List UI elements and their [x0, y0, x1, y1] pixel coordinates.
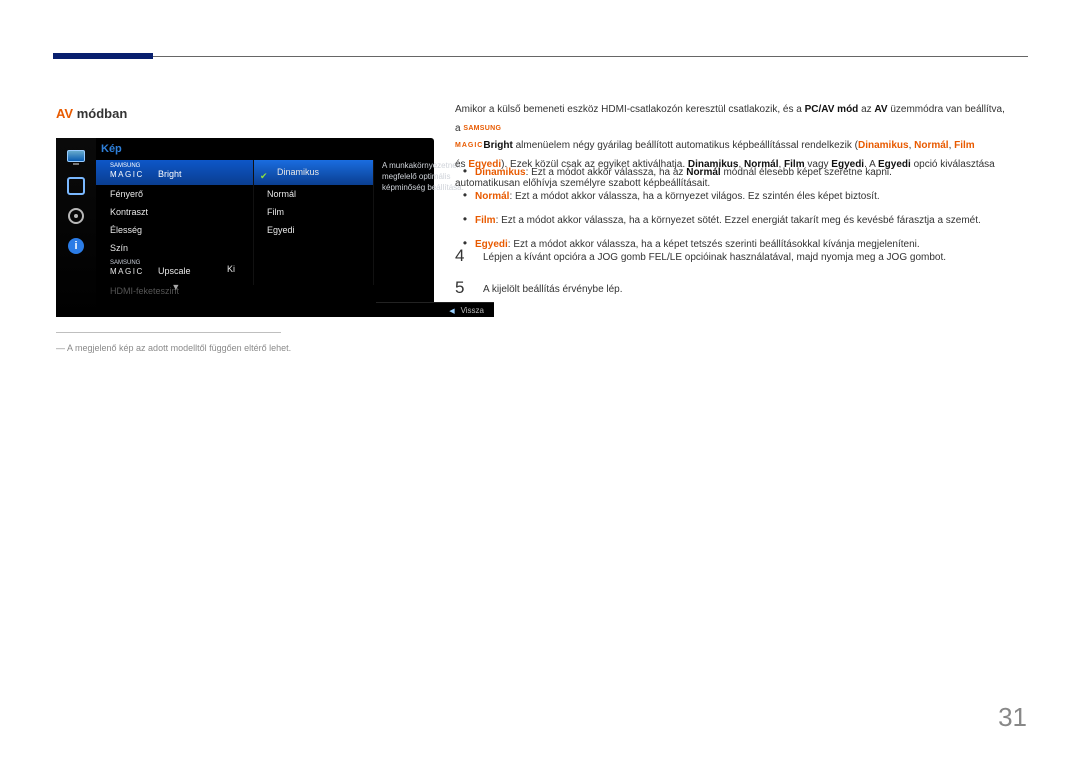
step-5: 5A kijelölt beállítás érvénybe lép. — [455, 278, 1030, 298]
menu-contrast[interactable]: Kontraszt — [96, 203, 253, 221]
option-dynamic[interactable]: ✔ Dinamikus — [253, 160, 373, 185]
osd-panel: i Kép SAMSUNG MAGIC Bright Fényerő Kontr… — [56, 138, 434, 317]
menu-brightness[interactable]: Fényerő — [96, 185, 253, 203]
list-item: •Normál: Ezt a módot akkor válassza, ha … — [455, 188, 1030, 205]
menu-magic-upscale[interactable]: SAMSUNG MAGIC Upscale Ki — [96, 257, 253, 282]
osd-sidebar: i — [56, 138, 96, 317]
settings-icon[interactable] — [64, 204, 88, 228]
option-custom[interactable]: Egyedi — [253, 221, 373, 239]
title-av: AV — [56, 106, 73, 121]
list-item: •Dinamikus: Ezt a módot akkor válassza, … — [455, 164, 1030, 181]
steps: 4Lépjen a kívánt opcióra a JOG gomb FEL/… — [455, 246, 1030, 310]
menu-magic-bright[interactable]: SAMSUNG MAGIC Bright — [96, 160, 253, 185]
footnote-rule — [56, 332, 281, 333]
page-header-rule — [53, 57, 1028, 59]
option-film[interactable]: Film — [253, 203, 373, 221]
picture-icon[interactable] — [64, 144, 88, 168]
section-title: AV módban — [56, 106, 127, 121]
list-item: •Film: Ezt a módot akkor válassza, ha a … — [455, 212, 1030, 229]
step-4: 4Lépjen a kívánt opcióra a JOG gomb FEL/… — [455, 246, 1030, 266]
osd-column-options: ✔ Dinamikus Normál Film Egyedi — [253, 160, 373, 239]
footnote: ― A megjelenő kép az adott modelltől füg… — [56, 343, 291, 353]
back-icon: ◀ — [449, 304, 454, 319]
check-icon: ✔ — [260, 164, 269, 173]
menu-color[interactable]: Szín — [96, 239, 253, 257]
divider — [373, 160, 374, 285]
menu-sharpness[interactable]: Élesség — [96, 221, 253, 239]
option-normal[interactable]: Normál — [253, 185, 373, 203]
position-icon[interactable] — [64, 174, 88, 198]
page-number: 31 — [998, 702, 1027, 733]
divider — [253, 160, 254, 285]
scroll-down-icon[interactable]: ▼ — [171, 282, 180, 292]
title-rest: módban — [73, 106, 127, 121]
info-icon[interactable]: i — [64, 234, 88, 258]
osd-column-main: SAMSUNG MAGIC Bright Fényerő Kontraszt É… — [96, 160, 253, 300]
osd-title: Kép — [101, 143, 122, 155]
